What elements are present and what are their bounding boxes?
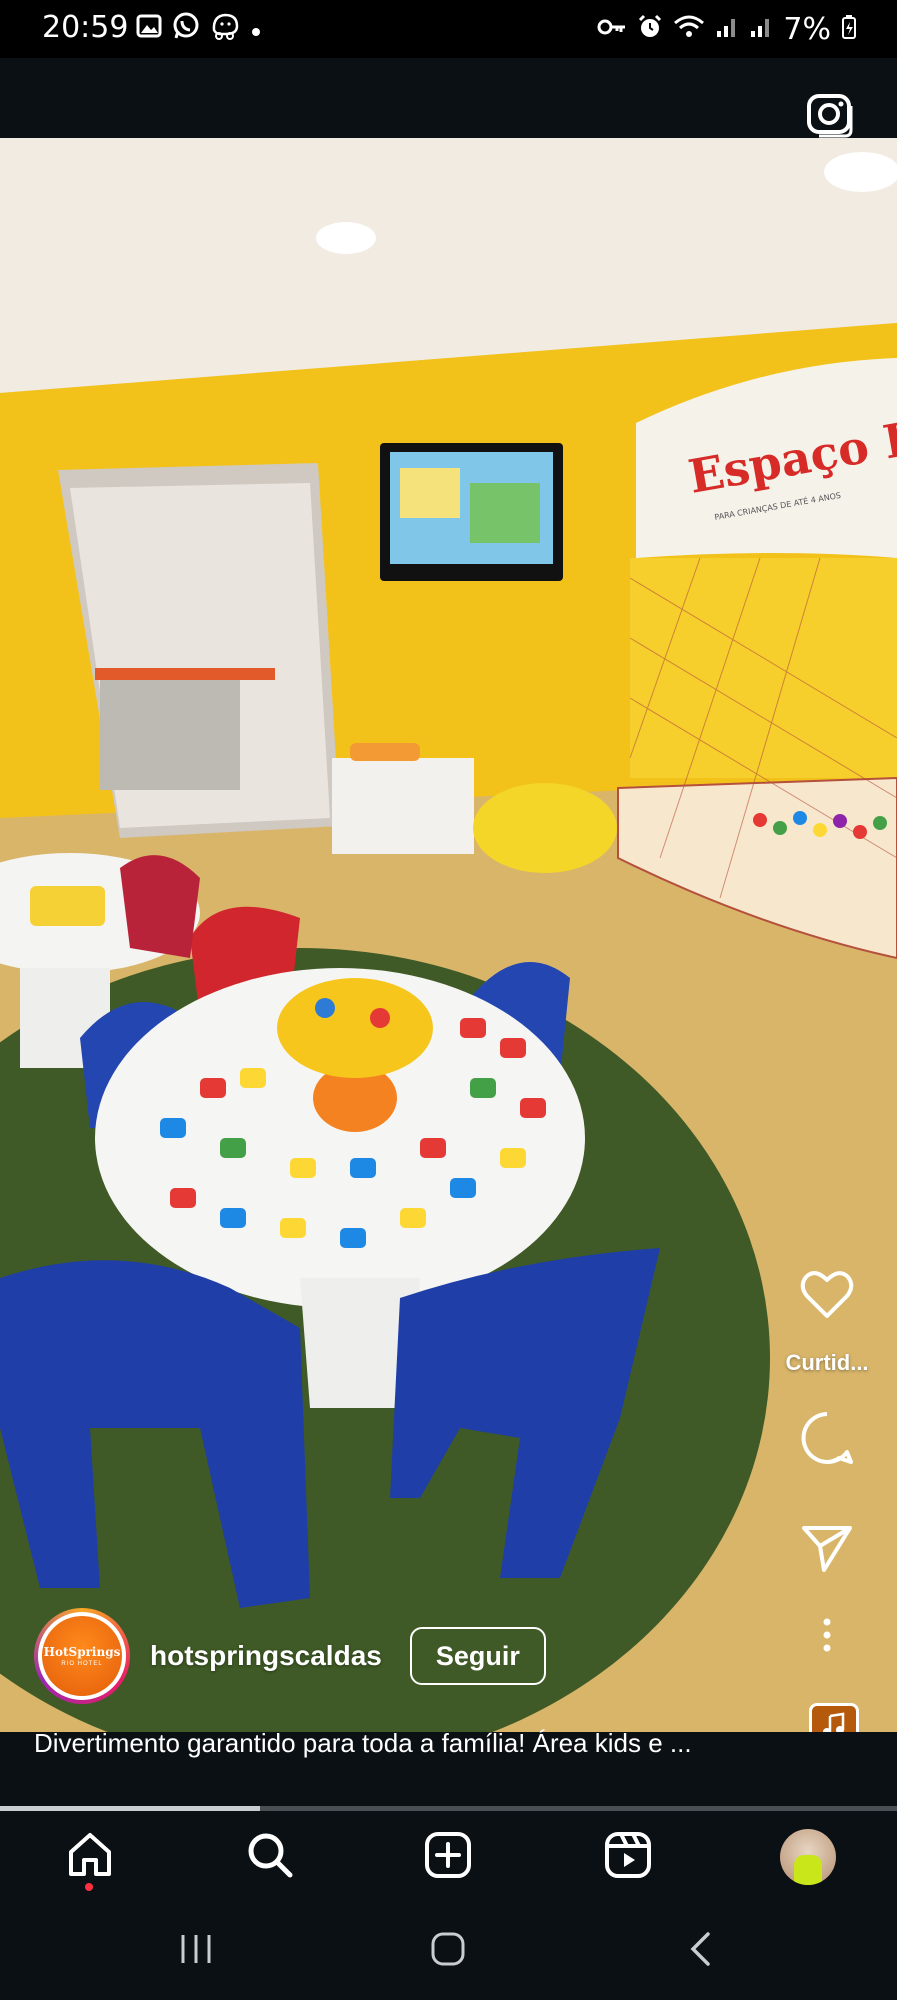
home-system-button[interactable]	[418, 1929, 478, 1973]
more-button[interactable]	[757, 1618, 897, 1657]
recents-button[interactable]	[166, 1929, 226, 1973]
signal-icon	[749, 15, 773, 44]
wifi-icon	[673, 14, 705, 45]
camera-icon[interactable]	[805, 90, 857, 140]
nav-profile[interactable]	[778, 1827, 838, 1887]
notification-icons	[136, 12, 262, 47]
nav-reels[interactable]	[598, 1827, 658, 1887]
comment-button[interactable]	[757, 1410, 897, 1471]
reels-header	[0, 58, 897, 138]
heart-icon	[799, 1271, 855, 1324]
battery-percent: 7%	[783, 12, 831, 47]
more-icon	[822, 1618, 832, 1656]
key-icon	[597, 17, 627, 42]
signal-icon	[715, 15, 739, 44]
notification-dot	[85, 1883, 93, 1891]
dot-icon	[250, 15, 262, 45]
like-button[interactable]	[757, 1268, 897, 1325]
like-label: Curtid...	[785, 1350, 869, 1375]
home-icon	[65, 1830, 115, 1885]
share-icon	[800, 1526, 854, 1578]
author-avatar[interactable]: HotSprings RIO HOTEL	[34, 1608, 130, 1704]
bottom-nav	[0, 1811, 897, 1901]
share-button[interactable]	[757, 1524, 897, 1579]
gallery-icon	[136, 13, 162, 46]
follow-button[interactable]: Seguir	[409, 1627, 546, 1685]
battery-icon	[841, 14, 857, 45]
profile-avatar	[780, 1829, 836, 1885]
reels-icon	[603, 1830, 653, 1885]
comment-icon	[799, 1412, 855, 1470]
reel-video[interactable]: Espaço Ba PARA CRIANÇAS DE ATÉ 4 ANOS	[0, 138, 897, 1732]
avatar-logo-text: HotSprings	[43, 1645, 121, 1659]
nav-create[interactable]	[418, 1827, 478, 1887]
nav-search[interactable]	[240, 1827, 300, 1887]
alarm-icon	[637, 14, 663, 45]
status-bar: 20:59 7%	[0, 0, 897, 58]
create-icon	[423, 1830, 473, 1885]
back-icon	[688, 1931, 712, 1972]
recents-icon	[179, 1933, 213, 1970]
author-username[interactable]: hotspringscaldas	[150, 1640, 382, 1672]
author-row: HotSprings RIO HOTEL hotspringscaldas Se…	[34, 1608, 546, 1704]
home-button-icon	[430, 1931, 466, 1972]
system-nav	[0, 1901, 897, 2000]
whatsapp-icon	[172, 12, 200, 47]
system-status-icons: 7%	[597, 12, 857, 47]
status-time: 20:59	[42, 10, 129, 45]
back-button[interactable]	[670, 1929, 730, 1973]
reel-caption[interactable]: Divertimento garantido para toda a famíl…	[34, 1728, 774, 1759]
avatar-logo-subtext: RIO HOTEL	[61, 1661, 103, 1667]
search-icon	[245, 1830, 295, 1885]
waze-icon	[210, 12, 240, 47]
nav-home[interactable]	[60, 1827, 120, 1887]
